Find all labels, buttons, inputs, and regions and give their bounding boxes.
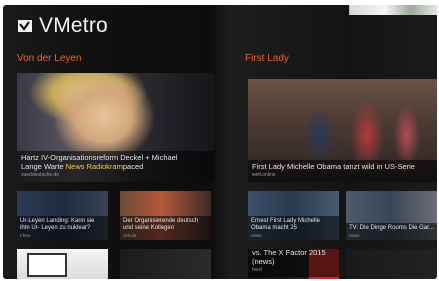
featured-ticker: News Radiokram (65, 162, 123, 171)
tile-headline: Ur-Leyen Landing: Kann sie ihm Ur- Leyen… (20, 218, 95, 231)
tile-caption: TV: Die Dinge Rooms Die Gar... news (346, 223, 437, 240)
featured-headline: Hartz IV-Organisationsreform Deckel + Mi… (21, 153, 178, 162)
app-header: VMetro (17, 14, 108, 38)
section-title-first-lady[interactable]: First Lady (245, 53, 289, 64)
article-tile[interactable] (17, 249, 108, 279)
article-source: sueddeutsche.de (21, 172, 60, 178)
background-photo (349, 5, 437, 15)
featured-caption: First Lady Michelle Obama tanzt wild in … (248, 160, 437, 182)
featured-suffix: paced (122, 162, 144, 171)
featured-article-first-lady[interactable]: First Lady Michelle Obama tanzt wild in … (248, 79, 437, 182)
article-tile[interactable] (346, 249, 437, 279)
article-source: feed (252, 267, 262, 273)
tile-headline: Ernest First Lady Michelle Obama macht 2… (251, 218, 321, 231)
featured-headline-line2: Lange Warte (21, 162, 66, 171)
tile-headline: TV: Die Dinge Rooms Die Gar... (349, 225, 434, 231)
vmetro-logo-icon (18, 20, 32, 32)
section-title-von-der-leyen[interactable]: Von der Leyen (17, 53, 82, 64)
article-source: zeit.de (123, 233, 137, 238)
article-source: news (251, 233, 262, 238)
tile-caption: vs. The X Factor 2015 (news) feed (248, 249, 339, 277)
article-source: welt.online (252, 172, 276, 178)
featured-caption: Hartz IV-Organisationsreform Deckel + Mi… (17, 151, 214, 182)
article-source: t-free (20, 233, 31, 238)
article-tile[interactable] (120, 249, 211, 279)
article-tile[interactable]: Ernest First Lady Michelle Obama macht 2… (248, 191, 339, 240)
article-tile[interactable]: Der Organisierende deutsch und seine Kol… (120, 191, 211, 240)
app-window: VMetro Von der Leyen First Lady Hartz IV… (3, 5, 437, 279)
article-source: news (349, 233, 360, 238)
tile-headline: Der Organisierende deutsch und seine Kol… (123, 218, 199, 231)
featured-headline: First Lady Michelle Obama tanzt wild in … (252, 162, 415, 171)
article-tile[interactable]: TV: Die Dinge Rooms Die Gar... news (346, 191, 437, 240)
app-title: VMetro (39, 14, 108, 37)
tile-headline: vs. The X Factor 2015 (news) (252, 249, 326, 266)
article-tile[interactable]: vs. The X Factor 2015 (news) feed (248, 249, 339, 279)
tile-caption: Ernest First Lady Michelle Obama macht 2… (248, 216, 339, 240)
tile-thumbnail (27, 253, 67, 277)
tile-caption: Ur-Leyen Landing: Kann sie ihm Ur- Leyen… (17, 216, 108, 240)
article-tile[interactable]: Ur-Leyen Landing: Kann sie ihm Ur- Leyen… (17, 191, 108, 240)
tile-caption: Der Organisierende deutsch und seine Kol… (120, 216, 211, 240)
featured-article-von-der-leyen[interactable]: Hartz IV-Organisationsreform Deckel + Mi… (17, 73, 214, 182)
